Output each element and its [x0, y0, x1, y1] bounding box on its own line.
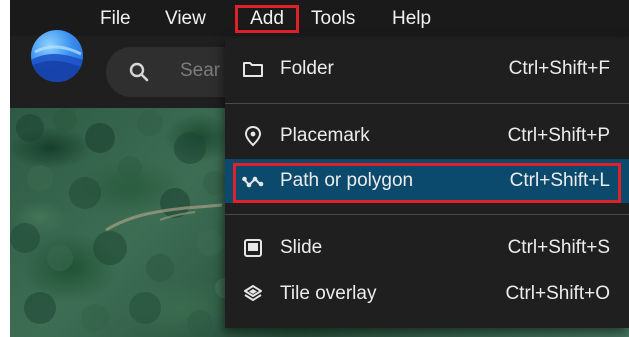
menubar: File View Add Tools Help — [10, 0, 629, 36]
menu-help[interactable]: Help — [388, 5, 435, 33]
menu-tools[interactable]: Tools — [307, 5, 359, 33]
search-placeholder[interactable]: Sear — [180, 60, 220, 82]
slide-icon — [242, 237, 264, 259]
add-path-label: Path or polygon — [280, 170, 414, 191]
menu-divider — [225, 214, 629, 215]
add-folder-shortcut: Ctrl+Shift+F — [508, 58, 610, 79]
add-tile-overlay-label: Tile overlay — [280, 283, 377, 304]
tile-overlay-icon — [242, 283, 264, 305]
menu-view[interactable]: View — [161, 5, 210, 33]
menu-divider — [225, 103, 629, 104]
add-path-shortcut: Ctrl+Shift+L — [509, 170, 610, 191]
add-folder-label: Folder — [280, 58, 334, 79]
google-earth-logo-icon[interactable] — [31, 30, 83, 82]
add-tile-overlay-shortcut: Ctrl+Shift+O — [505, 283, 610, 304]
add-placemark-item[interactable]: Placemark Ctrl+Shift+P — [225, 114, 629, 158]
placemark-pin-icon — [242, 125, 264, 147]
menu-file[interactable]: File — [96, 5, 135, 33]
folder-icon — [242, 58, 264, 80]
add-placemark-label: Placemark — [280, 125, 370, 146]
path-icon — [242, 170, 264, 192]
add-path-or-polygon-item[interactable]: Path or polygon Ctrl+Shift+L — [225, 159, 629, 203]
menu-add[interactable]: Add — [235, 5, 299, 33]
add-folder-item[interactable]: Folder Ctrl+Shift+F — [225, 47, 629, 91]
add-slide-shortcut: Ctrl+Shift+S — [507, 237, 610, 258]
app-window: File View Add Tools Help Sear Folder Ctr… — [0, 0, 629, 337]
add-placemark-shortcut: Ctrl+Shift+P — [507, 125, 610, 146]
search-icon — [128, 61, 150, 83]
add-slide-item[interactable]: Slide Ctrl+Shift+S — [225, 226, 629, 270]
add-tile-overlay-item[interactable]: Tile overlay Ctrl+Shift+O — [225, 272, 629, 316]
add-menu-dropdown: Folder Ctrl+Shift+F Placemark Ctrl+Shift… — [225, 38, 629, 328]
add-slide-label: Slide — [280, 237, 323, 258]
